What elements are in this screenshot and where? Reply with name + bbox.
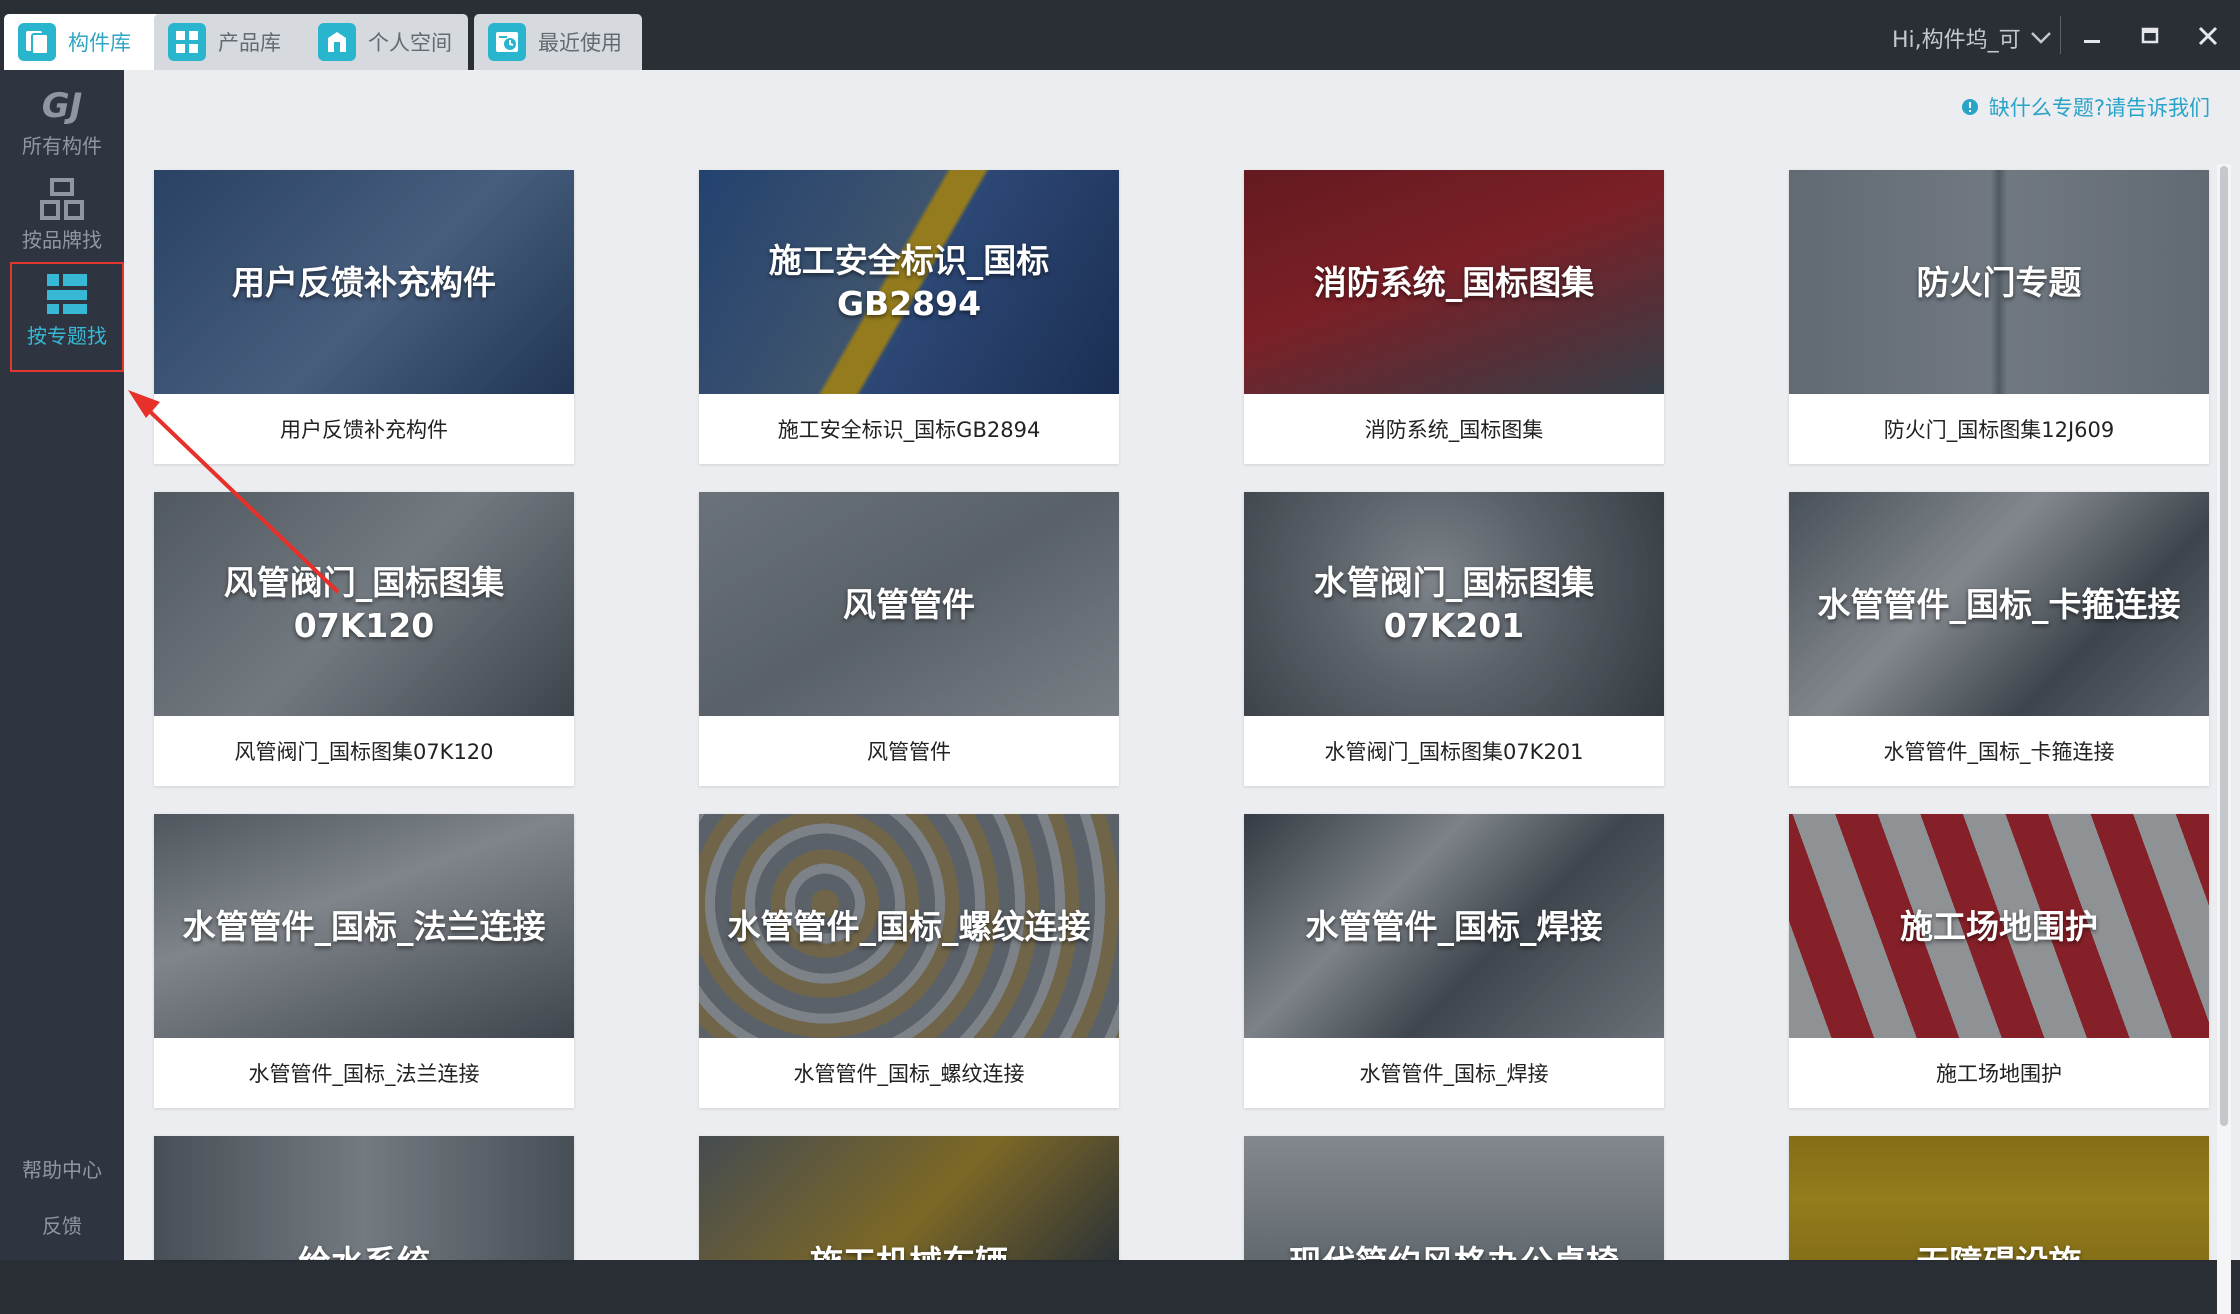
- info-icon: [1961, 99, 1978, 115]
- topic-cover-title: 水管管件_国标_焊接: [1305, 906, 1603, 946]
- sidebar-item-label: 反馈: [42, 1214, 82, 1238]
- sidebar: GJ 所有构件 按品牌找 按专题找 帮助中心 反馈: [0, 70, 124, 1260]
- topic-cover-image: 水管管件_国标_卡箍连接: [1789, 492, 2209, 716]
- topic-cover-title: 水管管件_国标_螺纹连接: [727, 906, 1091, 946]
- topic-caption: 水管管件_国标_法兰连接: [248, 1062, 480, 1086]
- topic-caption: 风管管件: [867, 740, 951, 764]
- topic-card[interactable]: 消防系统_国标图集 消防系统_国标图集: [1244, 170, 1664, 464]
- topic-cover-title: 消防系统_国标图集: [1313, 262, 1595, 302]
- topic-cover-image: 风管管件: [699, 492, 1119, 716]
- topic-cover-image: 消防系统_国标图集: [1244, 170, 1664, 394]
- help-center-link[interactable]: 帮助中心: [0, 1154, 124, 1183]
- sidebar-item-label: 帮助中心: [22, 1158, 102, 1182]
- tab-label: 构件库: [68, 31, 131, 55]
- topic-caption: 水管管件_国标_焊接: [1359, 1062, 1549, 1086]
- brand-grid-icon: [40, 178, 84, 220]
- topic-card[interactable]: 水管管件_国标_法兰连接 水管管件_国标_法兰连接: [154, 814, 574, 1108]
- topic-card[interactable]: 水管管件_国标_焊接 水管管件_国标_焊接: [1244, 814, 1664, 1108]
- user-menu[interactable]: Hi,构件坞_可: [1892, 22, 2053, 54]
- topic-card[interactable]: 水管阀门_国标图集 07K201 水管阀门_国标图集07K201: [1244, 492, 1664, 786]
- topic-cover-image: 现代简约风格办公桌椅: [1244, 1136, 1664, 1260]
- tab-personal-space[interactable]: 个人空间: [304, 14, 468, 70]
- sidebar-item-all-components[interactable]: GJ 所有构件: [0, 86, 124, 159]
- topic-content: 缺什么专题?请告诉我们 用户反馈补充构件 用户反馈补充构件 施工安全标识_国标 GB…: [124, 70, 2240, 1314]
- sidebar-item-label: 所有构件: [22, 134, 102, 158]
- gj-logo-icon: GJ: [41, 86, 83, 126]
- topic-cover-title: 用户反馈补充构件: [232, 262, 496, 302]
- topic-cover-title: 施工机械车辆: [794, 1241, 1024, 1260]
- topic-card[interactable]: 施工场地围护 施工场地围护: [1789, 814, 2209, 1108]
- topic-cover-image: 水管管件_国标_螺纹连接: [699, 814, 1119, 1038]
- sidebar-item-by-brand[interactable]: 按品牌找: [0, 178, 124, 253]
- topic-cover-image: 用户反馈补充构件: [154, 170, 574, 394]
- topic-cover-title: 水管管件_国标_法兰连接: [182, 906, 546, 946]
- tab-product-library[interactable]: 产品库: [154, 14, 320, 70]
- topic-cover-title: 水管管件_国标_卡箍连接: [1817, 584, 2181, 624]
- topic-caption: 用户反馈补充构件: [280, 418, 448, 442]
- topic-card[interactable]: 风管阀门_国标图集 07K120 风管阀门_国标图集07K120: [154, 492, 574, 786]
- topic-card[interactable]: 无障碍设施: [1789, 1136, 2209, 1260]
- topic-cover-image: 风管阀门_国标图集 07K120: [154, 492, 574, 716]
- user-greeting-text: Hi,构件坞_可: [1892, 28, 2021, 53]
- chevron-down-icon: [2030, 32, 2051, 44]
- tab-component-library[interactable]: 构件库: [4, 14, 170, 70]
- topic-caption: 风管阀门_国标图集07K120: [234, 740, 494, 764]
- tab-recently-used[interactable]: 最近使用: [474, 14, 642, 70]
- feedback-link[interactable]: 反馈: [0, 1210, 124, 1239]
- topic-card[interactable]: 水管管件_国标_螺纹连接 水管管件_国标_螺纹连接: [699, 814, 1119, 1108]
- scrollbar-thumb[interactable]: [2220, 166, 2228, 1126]
- topic-cover-title: 风管阀门_国标图集 07K120: [223, 563, 505, 645]
- topic-caption: 水管阀门_国标图集07K201: [1324, 740, 1584, 764]
- title-bar-divider: [2060, 16, 2061, 54]
- topic-cover-title: 施工安全标识_国标 GB2894: [768, 241, 1050, 323]
- request-topic-link[interactable]: 缺什么专题?请告诉我们: [1961, 92, 2210, 122]
- request-topic-text: 缺什么专题?请告诉我们: [1988, 96, 2210, 120]
- sidebar-item-label: 按品牌找: [22, 228, 102, 252]
- topic-cover-image: 施工安全标识_国标 GB2894: [699, 170, 1119, 394]
- personal-space-icon: [318, 23, 356, 61]
- topic-cover-image: 无障碍设施: [1789, 1136, 2209, 1260]
- topic-list-icon: [47, 274, 87, 314]
- title-bar: 构件库 产品库 个人空间 最近使用 Hi,构件坞_可: [0, 0, 2240, 70]
- topic-cover-title: 给水系统: [282, 1241, 446, 1260]
- topic-card[interactable]: 施工安全标识_国标 GB2894 施工安全标识_国标GB2894: [699, 170, 1119, 464]
- topic-caption: 防火门_国标图集12J609: [1883, 418, 2115, 442]
- sidebar-item-label: 按专题找: [27, 324, 107, 348]
- topic-card[interactable]: 施工机械车辆: [699, 1136, 1119, 1260]
- maximize-icon[interactable]: [2132, 18, 2168, 54]
- recently-used-icon: [488, 23, 526, 61]
- topic-card[interactable]: 防火门专题防火门_国标图集12J609: [1789, 170, 2209, 464]
- topic-card[interactable]: 给水系统: [154, 1136, 574, 1260]
- topic-cover-image: 施工场地围护: [1789, 814, 2209, 1038]
- topic-cover-title: 风管管件: [843, 584, 975, 624]
- topic-caption: 施工场地围护: [1936, 1062, 2062, 1086]
- component-library-icon: [18, 23, 56, 61]
- tab-label: 个人空间: [368, 31, 452, 55]
- topic-cover-title: 施工场地围护: [1900, 906, 2098, 946]
- topic-cover-image: 施工机械车辆: [699, 1136, 1119, 1260]
- topic-caption: 消防系统_国标图集: [1364, 418, 1544, 442]
- topic-caption: 施工安全标识_国标GB2894: [777, 418, 1041, 442]
- topic-cover-image: 水管阀门_国标图集 07K201: [1244, 492, 1664, 716]
- topic-cover-title: 无障碍设施: [1901, 1241, 2098, 1260]
- close-icon[interactable]: [2190, 18, 2226, 54]
- topic-cover-image: 给水系统: [154, 1136, 574, 1260]
- product-library-icon: [168, 23, 206, 61]
- topic-cover-image: 防火门专题: [1789, 170, 2209, 394]
- topic-caption: 水管管件_国标_卡箍连接: [1883, 740, 2115, 764]
- topic-card[interactable]: 用户反馈补充构件 用户反馈补充构件: [154, 170, 574, 464]
- topic-cover-title: 水管阀门_国标图集 07K201: [1313, 563, 1595, 645]
- tab-label: 最近使用: [538, 31, 622, 55]
- topic-cover-image: 水管管件_国标_法兰连接: [154, 814, 574, 1038]
- topic-cover-title: 防火门专题: [1916, 262, 2082, 302]
- topic-caption: 水管管件_国标_螺纹连接: [793, 1062, 1025, 1086]
- topic-card[interactable]: 现代简约风格办公桌椅: [1244, 1136, 1664, 1260]
- topic-cover-image: 水管管件_国标_焊接: [1244, 814, 1664, 1038]
- minimize-icon[interactable]: [2074, 18, 2110, 54]
- topic-cover-title: 现代简约风格办公桌椅: [1273, 1241, 1635, 1260]
- topic-card[interactable]: 风管管件 风管管件: [699, 492, 1119, 786]
- topic-card[interactable]: 水管管件_国标_卡箍连接 水管管件_国标_卡箍连接: [1789, 492, 2209, 786]
- tab-label: 产品库: [218, 31, 281, 55]
- sidebar-item-by-topic[interactable]: 按专题找: [10, 262, 124, 372]
